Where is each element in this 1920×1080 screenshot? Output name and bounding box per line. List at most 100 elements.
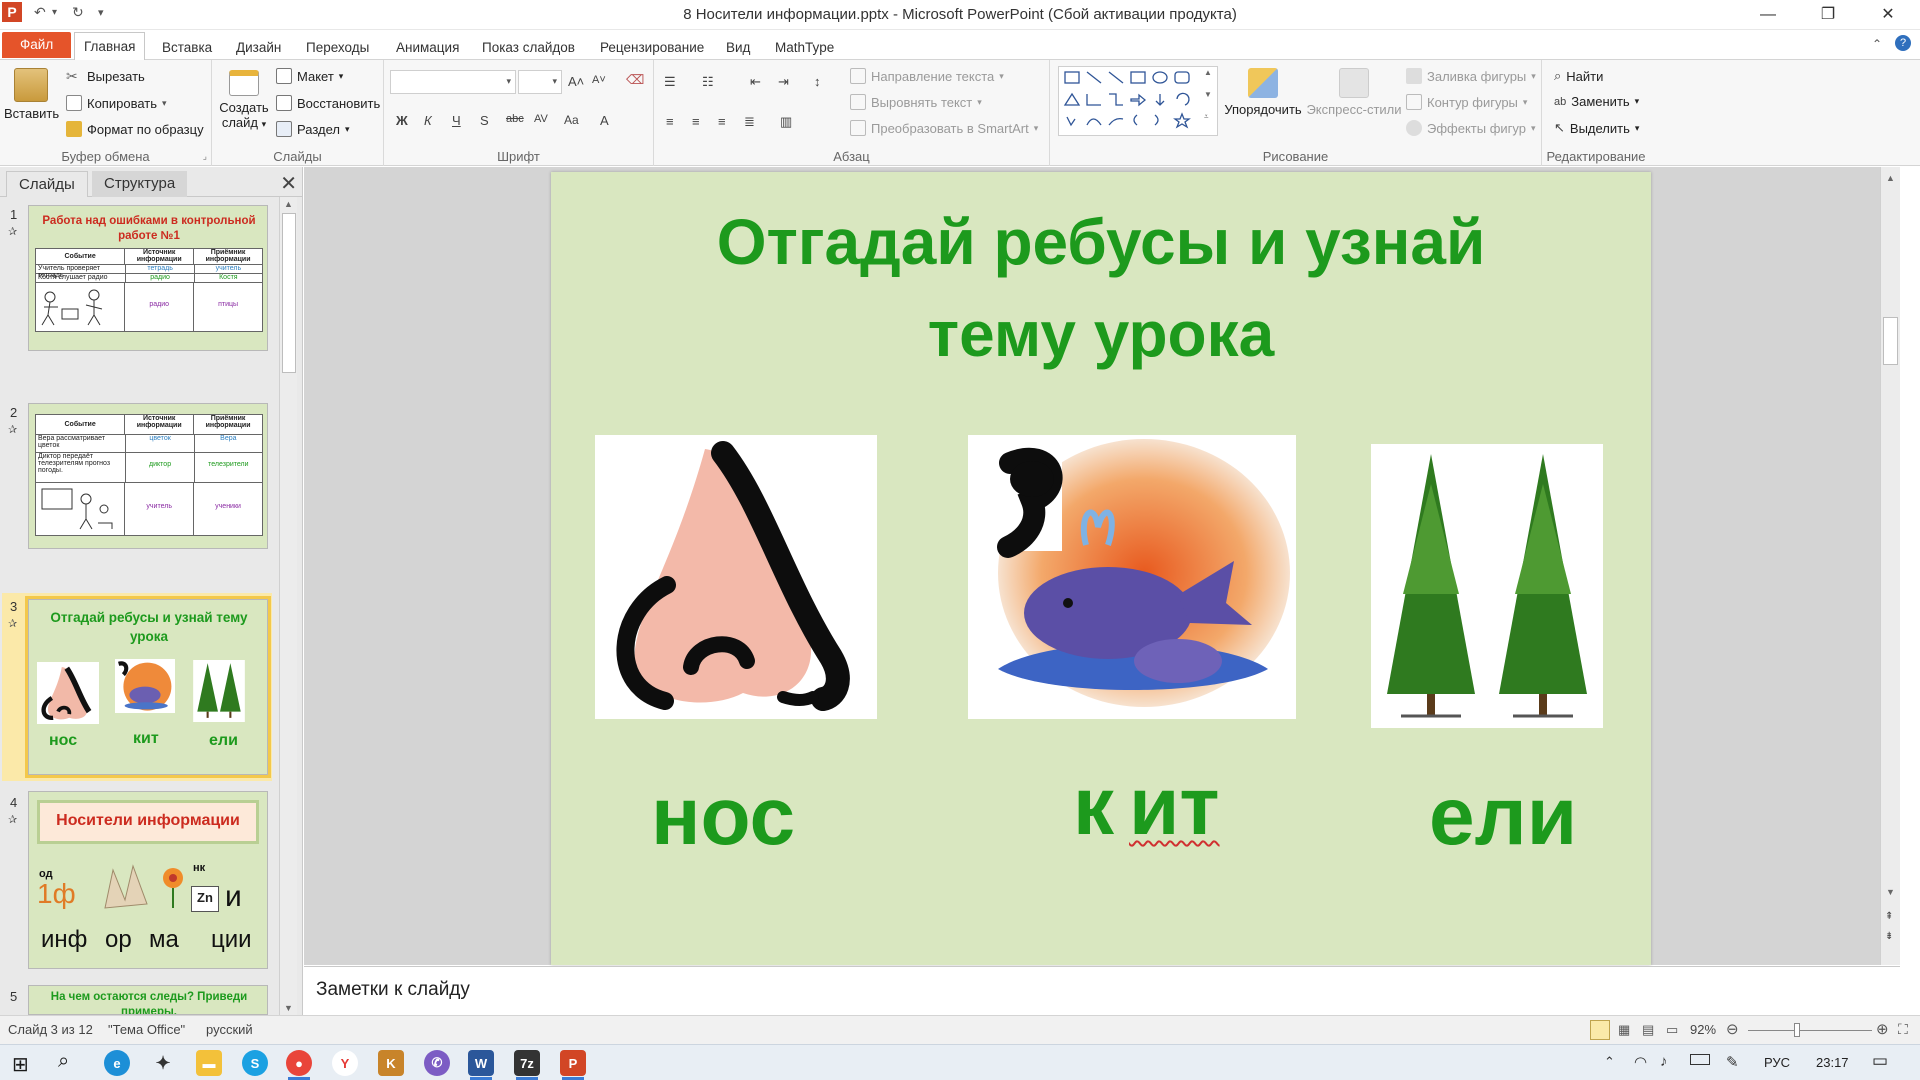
section-button[interactable]: Раздел ▾ <box>276 121 350 137</box>
bullets-icon[interactable]: ☰ <box>664 74 676 90</box>
fir-trees-picture[interactable] <box>1371 444 1603 728</box>
bold-icon[interactable]: Ж <box>396 113 408 128</box>
tab-mathtype[interactable]: MathType <box>766 35 843 60</box>
tab-file[interactable]: Файл <box>2 32 72 58</box>
search-icon[interactable]: ⌕ <box>58 1050 69 1073</box>
shapes-gallery[interactable] <box>1058 66 1218 136</box>
scroll-down-icon[interactable]: ▼ <box>284 1003 293 1013</box>
notifications-icon[interactable]: ▭ <box>1872 1051 1888 1071</box>
scroll-down-icon[interactable]: ▼ <box>1886 887 1895 897</box>
maximize-button[interactable]: ❐ <box>1800 0 1856 30</box>
quick-styles-button[interactable]: Экспресс-стили <box>1306 68 1402 117</box>
whale-picture[interactable] <box>968 435 1296 719</box>
language-indicator[interactable]: русский <box>206 1022 253 1037</box>
powerpoint-app-icon[interactable]: P <box>2 2 22 22</box>
previous-slide-icon[interactable]: ⇞ <box>1885 911 1893 922</box>
slide-thumbnail-1[interactable]: Работа над ошибками в контрольной работе… <box>28 205 268 351</box>
font-size-dropdown[interactable]: ▾ <box>518 70 562 94</box>
slide-word-eli[interactable]: ели <box>1429 770 1577 864</box>
tab-slideshow[interactable]: Показ слайдов <box>473 35 584 60</box>
word-icon[interactable]: W <box>468 1050 494 1076</box>
tab-animation[interactable]: Анимация <box>387 35 468 60</box>
scroll-up-icon[interactable]: ▲ <box>284 199 293 209</box>
edge-icon[interactable]: e <box>104 1050 130 1076</box>
clear-formatting-icon[interactable]: ⌫ <box>626 72 644 88</box>
fit-to-window-icon[interactable]: ⛶ <box>1898 1021 1908 1038</box>
notes-pane[interactable]: Заметки к слайду <box>304 966 1900 1015</box>
align-right-icon[interactable]: ≡ <box>718 114 726 129</box>
dialog-launcher-icon[interactable]: ⌟ <box>203 151 207 162</box>
new-slide-button[interactable]: Создать слайд ▾ <box>218 70 270 130</box>
yandex-icon[interactable]: Y <box>332 1050 358 1076</box>
pen-workspace-icon[interactable]: ✎ <box>1726 1053 1739 1071</box>
text-direction-button[interactable]: Направление текста ▾ <box>850 68 1004 84</box>
normal-view-icon[interactable] <box>1590 1020 1610 1040</box>
zoom-out-icon[interactable]: ⊖ <box>1726 1020 1739 1038</box>
clock[interactable]: 23:17 <box>1816 1055 1849 1070</box>
grow-font-icon[interactable]: A˄ <box>568 74 584 89</box>
cut-button[interactable]: ✂ Вырезать <box>66 68 145 84</box>
scroll-up-icon[interactable]: ▲ <box>1886 173 1895 183</box>
slide-word-it[interactable]: ит <box>1129 760 1220 854</box>
skype-icon[interactable]: S <box>242 1050 268 1076</box>
tab-outline[interactable]: Структура <box>92 171 188 197</box>
tab-slides[interactable]: Слайды <box>6 171 88 197</box>
underline-icon[interactable]: Ч <box>452 113 461 128</box>
current-slide[interactable]: Отгадай ребусы и узнай тему урока нос к … <box>551 172 1651 965</box>
help-icon[interactable]: ? <box>1895 35 1911 51</box>
next-slide-icon[interactable]: ⇟ <box>1885 931 1893 942</box>
format-painter-button[interactable]: Формат по образцу <box>66 121 204 137</box>
zoom-slider[interactable] <box>1748 1030 1872 1031</box>
tab-insert[interactable]: Вставка <box>153 35 221 60</box>
collapse-ribbon-icon[interactable]: ⌃ <box>1872 37 1882 51</box>
thumbnails-scrollbar[interactable]: ▲ ▼ <box>279 197 297 1015</box>
reading-view-icon[interactable]: ▤ <box>1642 1022 1654 1038</box>
slide-word-k[interactable]: к <box>1073 760 1114 854</box>
zoom-level[interactable]: 92% <box>1690 1022 1716 1037</box>
columns-icon[interactable]: ▥ <box>780 114 792 130</box>
font-name-dropdown[interactable]: ▾ <box>390 70 516 94</box>
slide-title[interactable]: Отгадай ребусы и узнай тему урока <box>551 196 1651 380</box>
shrink-font-icon[interactable]: A˅ <box>592 74 606 86</box>
chrome-icon[interactable]: ● <box>286 1050 312 1076</box>
copy-button[interactable]: Копировать ▾ <box>66 95 167 111</box>
paste-button[interactable]: Вставить <box>4 68 59 121</box>
shape-outline-button[interactable]: Контур фигуры ▾ <box>1406 94 1527 110</box>
viber-icon[interactable]: ✆ <box>424 1050 450 1076</box>
theme-name[interactable]: "Тема Office" <box>108 1022 185 1037</box>
reset-button[interactable]: Восстановить <box>276 95 380 111</box>
align-text-button[interactable]: Выровнять текст ▾ <box>850 94 982 110</box>
align-left-icon[interactable]: ≡ <box>666 114 674 129</box>
shadow-icon[interactable]: S <box>480 113 489 128</box>
replace-button[interactable]: ab Заменить ▾ <box>1554 94 1639 109</box>
tab-review[interactable]: Рецензирование <box>591 35 713 60</box>
numbering-icon[interactable]: ☷ <box>702 74 714 90</box>
tab-view[interactable]: Вид <box>717 35 759 60</box>
notes-placeholder[interactable]: Заметки к слайду <box>316 979 470 1001</box>
archiver-icon[interactable]: 7z <box>514 1050 540 1076</box>
arrange-button[interactable]: Упорядочить <box>1222 68 1304 117</box>
slide-thumbnail-3[interactable]: Отгадай ребусы и узнай тему урока нос ки… <box>25 596 271 778</box>
align-center-icon[interactable]: ≡ <box>692 114 700 129</box>
volume-icon[interactable]: ♪ <box>1660 1053 1668 1070</box>
editor-scrollbar[interactable]: ▲ ▼ ⇞ ⇟ <box>1880 167 1900 965</box>
italic-icon[interactable]: К <box>424 113 432 128</box>
slide-thumbnail-2[interactable]: Событие Источник информации Приёмник инф… <box>28 403 268 549</box>
customize-quick-access-icon[interactable]: ▾ <box>98 6 104 19</box>
minimize-button[interactable]: — <box>1740 0 1796 30</box>
zoom-slider-handle[interactable] <box>1794 1023 1800 1037</box>
slide-sorter-icon[interactable]: ▦ <box>1618 1022 1630 1038</box>
zoom-in-icon[interactable]: ⊕ <box>1876 1020 1889 1038</box>
wifi-icon[interactable]: ◠ <box>1634 1053 1647 1071</box>
font-color-icon[interactable]: A <box>600 113 609 128</box>
nose-picture[interactable] <box>595 435 877 719</box>
slide-thumbnail-4[interactable]: Носители информации од 1ф нк Zn и инф ор… <box>28 791 268 969</box>
show-hidden-icons-icon[interactable]: ⌃ <box>1604 1054 1615 1070</box>
scrollbar-thumb[interactable] <box>1883 317 1898 365</box>
strikethrough-icon[interactable]: abc <box>506 113 524 125</box>
file-explorer-icon[interactable]: ▬ <box>196 1050 222 1076</box>
slide-word-nos[interactable]: нос <box>651 770 795 864</box>
increase-indent-icon[interactable]: ⇥ <box>778 74 789 90</box>
battery-icon[interactable] <box>1690 1054 1710 1065</box>
widgets-icon[interactable]: ✦ <box>150 1050 176 1076</box>
